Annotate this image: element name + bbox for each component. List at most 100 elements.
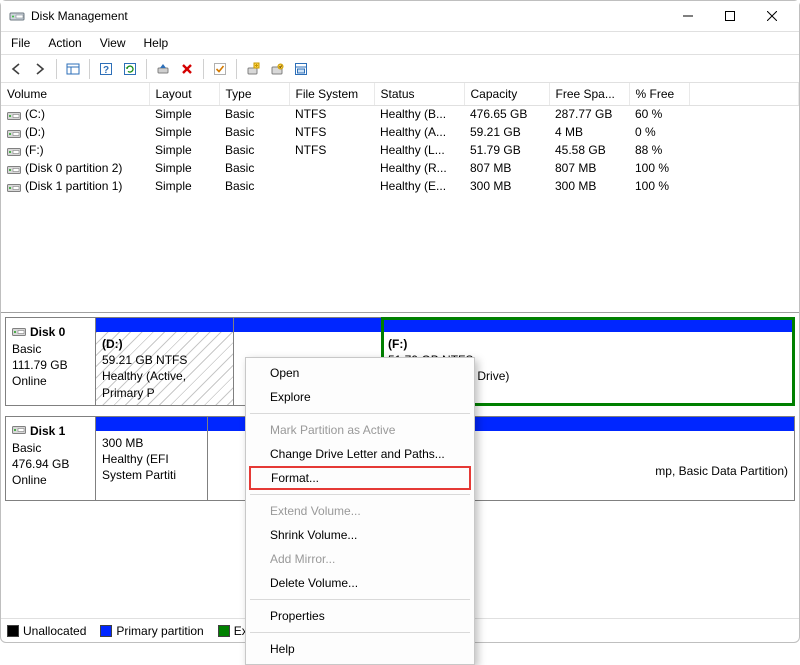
context-menu-item[interactable]: Explore — [248, 385, 472, 409]
cell-status: Healthy (L... — [374, 141, 464, 159]
properties-check-icon[interactable] — [209, 58, 231, 80]
cell-layout: Simple — [149, 123, 219, 141]
cell-free: 300 MB — [549, 177, 629, 195]
drive-icon — [7, 146, 21, 156]
context-menu-separator — [250, 494, 470, 495]
col-type[interactable]: Type — [219, 83, 289, 105]
context-menu-item[interactable]: Change Drive Letter and Paths... — [248, 442, 472, 466]
col-layout[interactable]: Layout — [149, 83, 219, 105]
window-title: Disk Management — [31, 9, 667, 23]
col-freespace[interactable]: Free Spa... — [549, 83, 629, 105]
cell-volume: (C:) — [1, 105, 149, 123]
col-filesystem[interactable]: File System — [289, 83, 374, 105]
drive-icon — [7, 110, 21, 120]
table-row[interactable]: (C:)SimpleBasicNTFSHealthy (B...476.65 G… — [1, 105, 799, 123]
nav-back-icon[interactable] — [5, 58, 27, 80]
cell-layout: Simple — [149, 105, 219, 123]
help-icon[interactable]: ? — [95, 58, 117, 80]
drive-icon — [7, 128, 21, 138]
table-row[interactable]: (D:)SimpleBasicNTFSHealthy (A...59.21 GB… — [1, 123, 799, 141]
cell-volume: (F:) — [1, 141, 149, 159]
maximize-button[interactable] — [709, 2, 751, 30]
context-menu-separator — [250, 599, 470, 600]
cell-status: Healthy (E... — [374, 177, 464, 195]
menu-view[interactable]: View — [92, 34, 134, 52]
partition-stripe — [234, 318, 381, 332]
legend-swatch — [7, 625, 19, 637]
cell-free: 287.77 GB — [549, 105, 629, 123]
new-volume-icon[interactable] — [242, 58, 264, 80]
cell-fs: NTFS — [289, 123, 374, 141]
context-menu-item: Add Mirror... — [248, 547, 472, 571]
partition-label: (D:) — [102, 336, 227, 352]
context-menu-item[interactable]: Delete Volume... — [248, 571, 472, 595]
context-menu-separator — [250, 413, 470, 414]
col-capacity[interactable]: Capacity — [464, 83, 549, 105]
context-menu-item[interactable]: Format... — [249, 466, 471, 490]
partition[interactable]: 300 MBHealthy (EFI System Partiti — [96, 417, 208, 500]
col-pctfree[interactable]: % Free — [629, 83, 689, 105]
eject-icon[interactable] — [152, 58, 174, 80]
cell-capacity: 476.65 GB — [464, 105, 549, 123]
partition-stripe — [96, 417, 207, 431]
col-volume[interactable]: Volume — [1, 83, 149, 105]
cell-layout: Simple — [149, 159, 219, 177]
col-status[interactable]: Status — [374, 83, 464, 105]
delete-icon[interactable] — [176, 58, 198, 80]
menu-file[interactable]: File — [3, 34, 38, 52]
table-row[interactable]: (F:)SimpleBasicNTFSHealthy (L...51.79 GB… — [1, 141, 799, 159]
disk-type: Basic — [12, 440, 89, 456]
cell-capacity: 300 MB — [464, 177, 549, 195]
cell-free: 45.58 GB — [549, 141, 629, 159]
context-menu-item[interactable]: Help — [248, 637, 472, 661]
cell-fs — [289, 159, 374, 177]
cell-volume: (D:) — [1, 123, 149, 141]
drive-icon — [7, 182, 21, 192]
legend-label: Primary partition — [116, 624, 203, 638]
volume-list: Volume Layout Type File System Status Ca… — [1, 83, 799, 313]
table-row[interactable]: (Disk 1 partition 1)SimpleBasicHealthy (… — [1, 177, 799, 195]
disk-type: Basic — [12, 341, 89, 357]
context-menu-item: Extend Volume... — [248, 499, 472, 523]
table-row[interactable]: (Disk 0 partition 2)SimpleBasicHealthy (… — [1, 159, 799, 177]
context-menu-item[interactable]: Properties — [248, 604, 472, 628]
show-hide-tree-icon[interactable] — [62, 58, 84, 80]
legend-item: Unallocated — [7, 624, 86, 638]
context-menu-item[interactable]: Shrink Volume... — [248, 523, 472, 547]
cell-capacity: 807 MB — [464, 159, 549, 177]
cell-fs: NTFS — [289, 105, 374, 123]
drive-icon — [12, 423, 26, 439]
partition[interactable]: (D:)59.21 GB NTFSHealthy (Active, Primar… — [96, 318, 234, 405]
cell-status: Healthy (A... — [374, 123, 464, 141]
cell-layout: Simple — [149, 177, 219, 195]
refresh-icon[interactable] — [119, 58, 141, 80]
nav-forward-icon[interactable] — [29, 58, 51, 80]
disk-name: Disk 0 — [30, 325, 65, 339]
cell-pct: 88 % — [629, 141, 689, 159]
context-menu-separator — [250, 632, 470, 633]
close-button[interactable] — [751, 2, 793, 30]
menu-action[interactable]: Action — [40, 34, 89, 52]
context-menu: OpenExploreMark Partition as ActiveChang… — [245, 357, 475, 665]
disk-status: Online — [12, 472, 89, 488]
disk-size: 111.79 GB — [12, 357, 89, 373]
legend-item: Primary partition — [100, 624, 203, 638]
disk-info[interactable]: Disk 0Basic111.79 GBOnline — [6, 318, 96, 405]
legend-swatch — [100, 625, 112, 637]
drive-icon — [7, 164, 21, 174]
svg-text:?: ? — [103, 65, 109, 76]
cell-pct: 100 % — [629, 159, 689, 177]
cell-capacity: 51.79 GB — [464, 141, 549, 159]
cell-pct: 60 % — [629, 105, 689, 123]
attach-vhd-icon[interactable] — [266, 58, 288, 80]
minimize-button[interactable] — [667, 2, 709, 30]
menu-help[interactable]: Help — [136, 34, 177, 52]
context-menu-item[interactable]: Open — [248, 361, 472, 385]
cell-capacity: 59.21 GB — [464, 123, 549, 141]
detach-vhd-icon[interactable] — [290, 58, 312, 80]
app-icon — [9, 8, 25, 24]
cell-type: Basic — [219, 141, 289, 159]
cell-status: Healthy (R... — [374, 159, 464, 177]
drive-icon — [12, 325, 26, 341]
disk-info[interactable]: Disk 1Basic476.94 GBOnline — [6, 417, 96, 500]
